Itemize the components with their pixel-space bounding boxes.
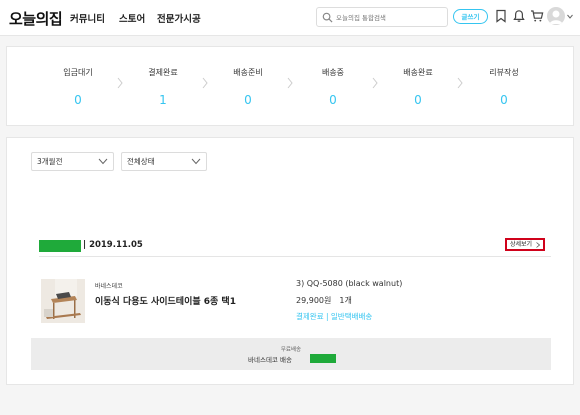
status-label: 결제완료: [148, 68, 178, 77]
chevron-right-icon: [372, 77, 378, 89]
write-button[interactable]: 글쓰기: [453, 9, 488, 24]
chevron-right-icon: [202, 77, 208, 89]
status-label: 리뷰작성: [489, 68, 519, 77]
status-count: 0: [329, 93, 337, 107]
status-label: 배송완료: [403, 68, 433, 77]
status-count: 0: [414, 93, 422, 107]
shipping-vendor: 바네스데코 배송: [248, 356, 292, 364]
status-label: 배송중: [321, 68, 345, 77]
redacted-order-number: [39, 240, 81, 252]
order-date: | 2019.11.05: [83, 240, 143, 250]
status-count: 0: [500, 93, 508, 107]
state-select-value: 전체상태: [127, 157, 155, 166]
status-count: 0: [244, 93, 252, 107]
bell-icon[interactable]: [512, 9, 526, 23]
shipping-info: 무료배송 바네스데코 배송: [31, 338, 551, 370]
product-quantity: 1개: [339, 296, 352, 305]
chevron-right-icon: [457, 77, 463, 89]
order-detail-label: 상세보기: [510, 241, 533, 248]
chevron-down-icon: [191, 158, 201, 165]
period-select[interactable]: 3개월전: [31, 152, 114, 171]
order-list-panel: 3개월전 전체상태 | 2019.11.05 상세보기 바네스데코 이동식 다용…: [6, 137, 574, 385]
avatar[interactable]: [547, 7, 565, 25]
status-label: 배송준비: [233, 68, 263, 77]
top-header: 오늘의집 커뮤니티 스토어 전문가시공 글쓰기: [0, 0, 580, 36]
order-header: | 2019.11.05 상세보기: [39, 238, 551, 257]
status-count: 1: [159, 93, 167, 107]
product-image: [41, 279, 85, 323]
nav-community[interactable]: 커뮤니티: [70, 11, 105, 25]
chevron-down-icon[interactable]: [567, 14, 573, 19]
nav-expert[interactable]: 전문가시공: [157, 11, 201, 25]
product-option: 3) QQ-5080 (black walnut): [296, 279, 403, 288]
redacted-shipping-text: [310, 354, 336, 363]
search-input[interactable]: [336, 11, 444, 24]
bookmark-icon[interactable]: [494, 9, 508, 23]
status-label: 입금대기: [63, 68, 93, 77]
nav-store[interactable]: 스토어: [119, 11, 145, 25]
shipping-type: 무료배송: [280, 347, 302, 353]
chevron-right-icon: [536, 242, 540, 248]
search-box[interactable]: [316, 7, 448, 27]
chevron-right-icon: [117, 77, 123, 89]
cart-icon[interactable]: [530, 9, 544, 23]
status-count: 0: [74, 93, 82, 107]
logo[interactable]: 오늘의집: [9, 8, 63, 29]
price-line: 29,900원 1개: [296, 295, 352, 306]
product-thumbnail[interactable]: [41, 279, 85, 323]
chevron-right-icon: [287, 77, 293, 89]
state-select[interactable]: 전체상태: [121, 152, 207, 171]
order-detail-link[interactable]: 상세보기: [505, 238, 545, 251]
order-status-summary: 입금대기 0 결제완료 1 배송준비 0 배송중 0 배송완료 0 리뷰작성 0: [6, 46, 574, 126]
product-name[interactable]: 이동식 다용도 사이드테이블 6종 택1: [95, 294, 236, 307]
search-icon: [322, 12, 333, 23]
chevron-down-icon: [98, 158, 108, 165]
product-price: 29,900원: [296, 296, 332, 305]
brand-name[interactable]: 바네스데코: [95, 281, 123, 290]
order-status-text: 결제완료 | 일반택배배송: [296, 312, 373, 321]
period-select-value: 3개월전: [37, 157, 63, 166]
